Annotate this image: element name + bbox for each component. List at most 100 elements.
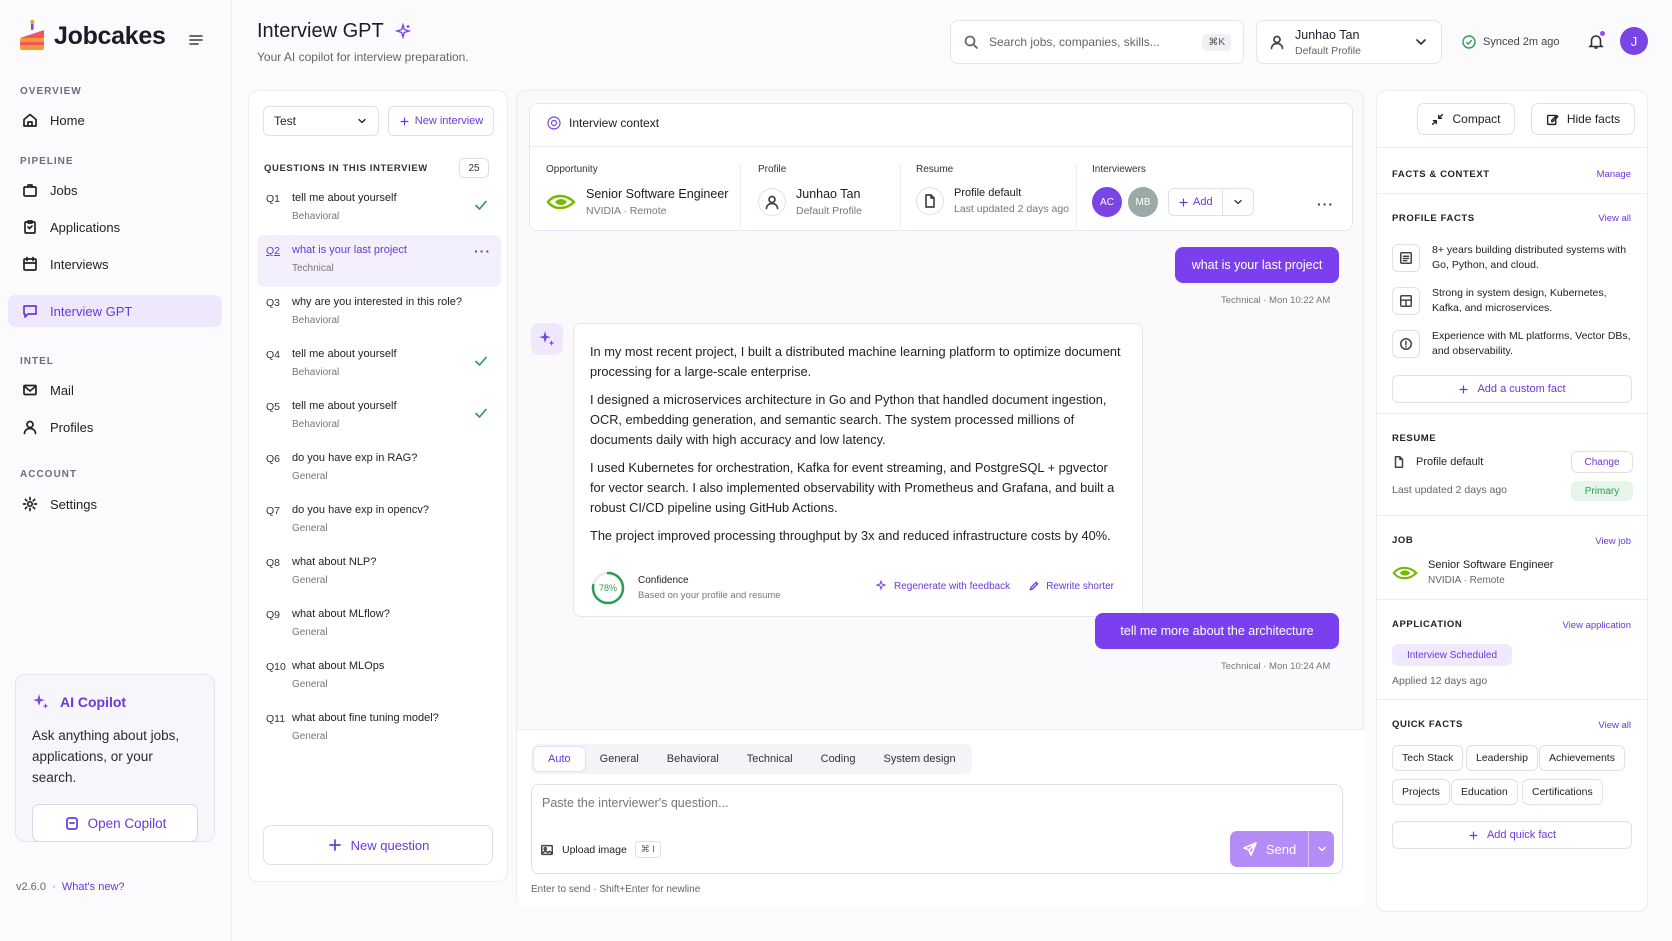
- target-icon: [547, 116, 561, 130]
- sidebar-item-interview-gpt[interactable]: Interview GPT: [8, 295, 222, 327]
- question-item-q5[interactable]: Q5 tell me about yourself Behavioral: [257, 391, 501, 443]
- profile-facts-view-all[interactable]: View all: [1598, 213, 1631, 224]
- list-icon: [1392, 244, 1420, 272]
- interview-select[interactable]: Test: [263, 106, 379, 136]
- tab-behavioral[interactable]: Behavioral: [653, 746, 733, 772]
- answer-paragraph: I used Kubernetes for orchestration, Kaf…: [590, 460, 1115, 515]
- app-logo[interactable]: Jobcakes: [18, 20, 166, 52]
- question-item-q1[interactable]: Q1 tell me about yourself Behavioral: [257, 183, 501, 235]
- question-item-q10[interactable]: Q10 what about MLOps General: [257, 651, 501, 703]
- sidebar-item-applications[interactable]: Applications: [8, 211, 222, 243]
- quick-fact-chip-projects[interactable]: Projects: [1392, 779, 1450, 805]
- profile-selector[interactable]: Junhao Tan Default Profile: [1256, 20, 1442, 64]
- interviewer-avatar[interactable]: MB: [1128, 187, 1158, 217]
- message-meta: Technical · Mon 10:22 AM: [1221, 295, 1331, 306]
- view-job-link[interactable]: View job: [1595, 536, 1631, 547]
- open-copilot-button[interactable]: Open Copilot: [32, 804, 198, 842]
- context-profile[interactable]: Profile Junhao Tan Default Profile: [758, 164, 862, 217]
- add-custom-fact-button[interactable]: Add a custom fact: [1392, 375, 1632, 403]
- hide-facts-button[interactable]: Hide facts: [1531, 103, 1635, 135]
- question-input-placeholder: Paste the interviewer's question...: [542, 796, 729, 810]
- context-resume[interactable]: Resume Profile default Last updated 2 da…: [916, 164, 1069, 215]
- resume-item[interactable]: Profile default: [1392, 455, 1483, 469]
- tab-general[interactable]: General: [586, 746, 653, 772]
- sidebar-item-jobs[interactable]: Jobs: [8, 174, 222, 206]
- question-item-q2[interactable]: Q2 what is your last project Technical ·…: [257, 235, 501, 287]
- quick-fact-chip-achievements[interactable]: Achievements: [1539, 745, 1625, 771]
- question-item-q9[interactable]: Q9 what about MLflow? General: [257, 599, 501, 651]
- check-icon: [475, 200, 487, 210]
- profile-fact-item[interactable]: 8+ years building distributed systems wi…: [1392, 244, 1632, 273]
- rewrite-shorter-button[interactable]: Rewrite shorter: [1028, 580, 1114, 592]
- question-input[interactable]: Paste the interviewer's question... Uplo…: [531, 784, 1343, 874]
- sidebar-item-home[interactable]: Home: [8, 104, 222, 136]
- user-avatar[interactable]: J: [1620, 27, 1648, 55]
- tab-auto[interactable]: Auto: [533, 746, 586, 772]
- page-title: Interview GPT: [257, 20, 412, 43]
- sidebar-item-interviews[interactable]: Interviews: [8, 248, 222, 280]
- view-application-link[interactable]: View application: [1563, 620, 1631, 631]
- sidebar-item-profiles[interactable]: Profiles: [8, 411, 222, 443]
- whats-new-link[interactable]: What's new?: [62, 881, 125, 893]
- quick-facts-heading: QUICK FACTS: [1392, 719, 1463, 730]
- question-item-q8[interactable]: Q8 what about NLP? General: [257, 547, 501, 599]
- question-text: what about MLflow?: [292, 608, 390, 620]
- sidebar-item-label: Settings: [50, 496, 97, 512]
- regenerate-button[interactable]: Regenerate with feedback: [876, 580, 1010, 592]
- quick-fact-chip-certifications[interactable]: Certifications: [1522, 779, 1603, 805]
- question-number: Q2: [266, 245, 281, 257]
- more-options-icon[interactable]: ···: [474, 243, 491, 259]
- manage-link[interactable]: Manage: [1597, 169, 1631, 180]
- new-question-button[interactable]: New question: [263, 825, 493, 865]
- question-text: do you have exp in opencv?: [292, 504, 429, 516]
- new-interview-button[interactable]: New interview: [388, 106, 494, 136]
- send-button[interactable]: Send: [1230, 831, 1334, 867]
- upload-shortcut-badge: ⌘ I: [634, 841, 661, 858]
- quick-fact-chip-education[interactable]: Education: [1451, 779, 1518, 805]
- more-options-icon[interactable]: ···: [1317, 196, 1334, 212]
- search-input[interactable]: Search jobs, companies, skills...: [989, 35, 1160, 49]
- compact-button[interactable]: Compact: [1417, 103, 1515, 135]
- sidebar-item-settings[interactable]: Settings: [8, 488, 222, 520]
- question-item-q4[interactable]: Q4 tell me about yourself Behavioral: [257, 339, 501, 391]
- menu-toggle-icon[interactable]: [188, 32, 204, 48]
- question-item-q7[interactable]: Q7 do you have exp in opencv? General: [257, 495, 501, 547]
- context-profile-sub: Default Profile: [796, 205, 862, 217]
- notifications-bell-icon[interactable]: [1587, 30, 1606, 50]
- nav-section-overview: OVERVIEW: [20, 86, 82, 97]
- check-icon: [475, 408, 487, 418]
- questions-heading: QUESTIONS IN THIS INTERVIEW: [264, 163, 428, 174]
- tab-coding[interactable]: Coding: [807, 746, 870, 772]
- send-options-dropdown[interactable]: [1308, 831, 1334, 867]
- sidebar-item-label: Mail: [50, 382, 74, 398]
- sidebar-item-label: Interviews: [50, 256, 109, 272]
- quick-fact-chip-tech-stack[interactable]: Tech Stack: [1392, 745, 1464, 771]
- plus-icon: [400, 116, 409, 126]
- interviewer-avatar[interactable]: AC: [1092, 187, 1122, 217]
- change-resume-button[interactable]: Change: [1571, 451, 1633, 473]
- question-item-q3[interactable]: Q3 why are you interested in this role? …: [257, 287, 501, 339]
- send-main[interactable]: Send: [1230, 831, 1308, 867]
- application-status-badge: Interview Scheduled: [1392, 644, 1512, 666]
- add-interviewer-dropdown[interactable]: [1223, 196, 1253, 208]
- profile-fact-item[interactable]: Strong in system design, Kubernetes, Kaf…: [1392, 287, 1632, 316]
- job-item[interactable]: Senior Software Engineer NVIDIA · Remote: [1392, 559, 1553, 586]
- add-quick-fact-button[interactable]: Add quick fact: [1392, 821, 1632, 849]
- user-message: what is your last project: [1175, 247, 1339, 283]
- pencil-icon: [1029, 581, 1039, 591]
- question-item-q6[interactable]: Q6 do you have exp in RAG? General: [257, 443, 501, 495]
- upload-image-button[interactable]: Upload image ⌘ I: [540, 841, 661, 858]
- global-search[interactable]: Search jobs, companies, skills... ⌘K: [950, 20, 1244, 64]
- sidebar-item-mail[interactable]: Mail: [8, 374, 222, 406]
- profile-fact-item[interactable]: Experience with ML platforms, Vector DBs…: [1392, 330, 1632, 359]
- add-interviewer-button[interactable]: Add: [1168, 188, 1254, 216]
- tab-system-design[interactable]: System design: [869, 746, 969, 772]
- quick-facts-view-all[interactable]: View all: [1598, 720, 1631, 731]
- composer: Auto General Behavioral Technical Coding…: [517, 729, 1365, 907]
- quick-fact-chip-leadership[interactable]: Leadership: [1466, 745, 1538, 771]
- context-opportunity[interactable]: Opportunity Senior Software Engineer NVI…: [546, 164, 728, 217]
- ai-sparkle-icon: [531, 323, 563, 355]
- tab-technical[interactable]: Technical: [733, 746, 807, 772]
- notification-dot: [1599, 30, 1606, 37]
- question-item-q11[interactable]: Q11 what about fine tuning model? Genera…: [257, 703, 501, 755]
